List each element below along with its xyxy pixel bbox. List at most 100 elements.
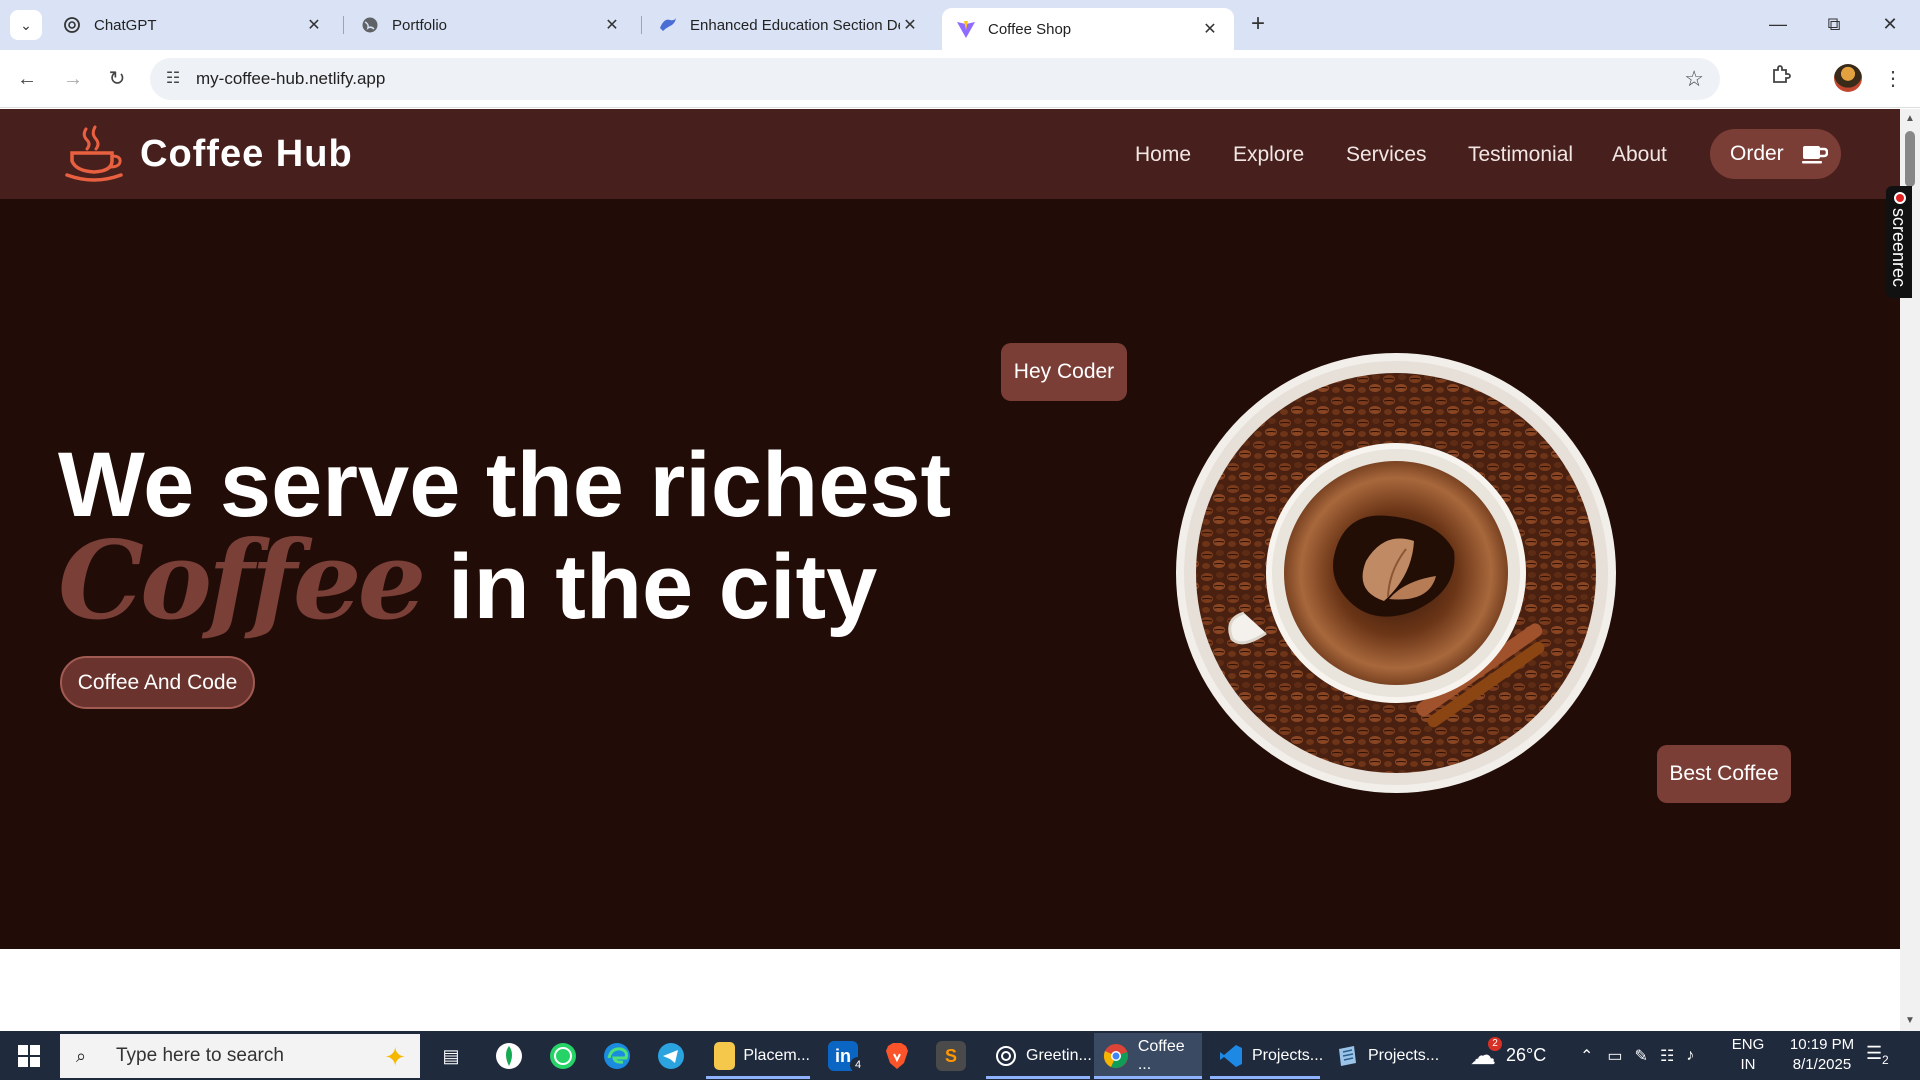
site-navbar: Coffee Hub Home Explore Services Testimo… bbox=[0, 109, 1900, 199]
network-icon[interactable]: ☷ bbox=[1660, 1046, 1674, 1066]
browser-menu-button[interactable]: ⋮ bbox=[1876, 62, 1910, 96]
region-code: IN bbox=[1740, 1056, 1756, 1073]
hey-coder-badge: Hey Coder bbox=[1001, 343, 1127, 401]
nav-link-about[interactable]: About bbox=[1612, 143, 1667, 167]
search-icon: ⌕ bbox=[76, 1045, 87, 1066]
tab-label: Coffee Shop bbox=[988, 20, 1072, 38]
task-view-icon[interactable]: ▤ bbox=[436, 1041, 466, 1071]
profile-avatar[interactable] bbox=[1834, 64, 1862, 92]
mongodb-app-icon[interactable] bbox=[494, 1041, 524, 1071]
chatgpt-icon bbox=[994, 1042, 1018, 1070]
order-button[interactable]: Order bbox=[1710, 129, 1841, 179]
notification-count: 2 bbox=[1882, 1053, 1889, 1067]
chrome-icon bbox=[1102, 1042, 1130, 1070]
battery-icon[interactable]: ▭ bbox=[1607, 1046, 1622, 1066]
arrow-right-icon: → bbox=[63, 68, 83, 90]
vite-icon bbox=[956, 19, 976, 39]
chevron-up-icon[interactable]: ⌃ bbox=[1580, 1046, 1593, 1066]
nav-link-home[interactable]: Home bbox=[1135, 143, 1191, 167]
windows-logo-icon bbox=[18, 1045, 40, 1067]
bookmark-star-icon[interactable]: ☆ bbox=[1684, 66, 1704, 92]
tab-chatgpt[interactable]: ChatGPT ✕ bbox=[48, 8, 338, 42]
globe-icon bbox=[360, 15, 380, 35]
url-text[interactable]: my-coffee-hub.netlify.app bbox=[196, 69, 385, 89]
page-below-hero bbox=[0, 949, 1900, 1031]
close-icon: ✕ bbox=[1882, 14, 1898, 34]
arrow-left-icon: ← bbox=[17, 68, 37, 90]
windows-taskbar: ⌕ Type here to search ✦ ▤ Placem... in 4… bbox=[0, 1031, 1920, 1080]
scroll-up-arrow-icon[interactable]: ▲ bbox=[1904, 113, 1916, 125]
browser-tab-bar: ⌄ ChatGPT ✕ Portfolio ✕ Enhanced Educati… bbox=[0, 0, 1920, 50]
record-icon bbox=[1894, 192, 1906, 204]
close-icon[interactable]: ✕ bbox=[304, 15, 324, 35]
tab-enhanced-education[interactable]: Enhanced Education Section De ✕ bbox=[644, 8, 934, 42]
weather-widget[interactable]: ☁ 26°C bbox=[1470, 1031, 1546, 1080]
reload-icon: ↻ bbox=[108, 68, 126, 90]
notification-center-button[interactable]: ☰ 2 bbox=[1866, 1043, 1896, 1069]
extensions-button[interactable] bbox=[1764, 62, 1798, 96]
taskbar-clock[interactable]: 10:19 PM 8/1/2025 bbox=[1772, 1035, 1872, 1075]
minimize-button[interactable]: — bbox=[1758, 8, 1798, 40]
brand-name[interactable]: Coffee Hub bbox=[140, 133, 353, 176]
tab-search-button[interactable]: ⌄ bbox=[10, 10, 42, 40]
linkedin-notification-badge: 4 bbox=[850, 1057, 866, 1073]
nav-link-services[interactable]: Services bbox=[1346, 143, 1427, 167]
chevron-down-icon: ⌄ bbox=[20, 16, 32, 33]
forward-button[interactable]: → bbox=[56, 62, 90, 96]
chatgpt-icon bbox=[62, 15, 82, 35]
language-indicator[interactable]: ENG IN bbox=[1730, 1035, 1766, 1075]
taskbar-app-placements[interactable]: Placem... bbox=[706, 1033, 810, 1079]
address-bar[interactable]: ☷ my-coffee-hub.netlify.app ☆ bbox=[150, 58, 1720, 100]
weather-temperature: 26°C bbox=[1506, 1045, 1547, 1065]
clock-time: 10:19 PM bbox=[1789, 1036, 1855, 1053]
speaker-icon[interactable]: ♪ bbox=[1686, 1047, 1694, 1065]
taskbar-app-label: Placem... bbox=[743, 1047, 810, 1064]
vscode-icon bbox=[1218, 1042, 1244, 1070]
hero-heading-line2-text: in the city bbox=[422, 536, 878, 638]
back-button[interactable]: ← bbox=[10, 62, 44, 96]
taskbar-app-coffee-chrome[interactable]: Coffee ... bbox=[1094, 1033, 1202, 1079]
order-button-label: Order bbox=[1730, 142, 1784, 165]
pen-icon[interactable]: ✎ bbox=[1635, 1046, 1648, 1066]
windows-start-button[interactable] bbox=[18, 1045, 40, 1067]
brave-app-icon[interactable] bbox=[882, 1041, 912, 1071]
edge-app-icon[interactable] bbox=[602, 1041, 632, 1071]
telegram-app-icon[interactable] bbox=[656, 1041, 686, 1071]
restore-icon: ⧉ bbox=[1827, 14, 1841, 34]
coffee-and-code-button[interactable]: Coffee And Code bbox=[60, 656, 255, 709]
taskbar-app-label: Coffee ... bbox=[1137, 1038, 1185, 1073]
tab-separator bbox=[343, 16, 344, 34]
close-window-button[interactable]: ✕ bbox=[1870, 8, 1910, 40]
taskbar-search-box[interactable]: ⌕ Type here to search ✦ bbox=[60, 1034, 420, 1078]
scroll-thumb[interactable] bbox=[1905, 131, 1915, 187]
restore-button[interactable]: ⧉ bbox=[1814, 8, 1854, 40]
taskbar-app-projects-notepad[interactable]: Projects... bbox=[1326, 1033, 1440, 1079]
plus-icon: + bbox=[1250, 10, 1265, 37]
taskbar-app-label: Greetin... bbox=[1026, 1047, 1092, 1064]
mug-icon bbox=[1801, 144, 1828, 164]
tab-coffee-shop[interactable]: Coffee Shop ✕ bbox=[942, 8, 1234, 50]
tab-separator bbox=[641, 16, 642, 34]
close-icon[interactable]: ✕ bbox=[602, 15, 622, 35]
whatsapp-app-icon[interactable] bbox=[548, 1041, 578, 1071]
close-icon[interactable]: ✕ bbox=[900, 15, 920, 35]
chat-bubble-icon: ☰ bbox=[1866, 1043, 1883, 1063]
close-icon[interactable]: ✕ bbox=[1200, 19, 1220, 39]
scroll-down-arrow-icon[interactable]: ▼ bbox=[1904, 1015, 1916, 1027]
active-indicator bbox=[706, 1076, 810, 1079]
site-settings-icon[interactable]: ☷ bbox=[162, 68, 184, 90]
taskbar-app-label: Projects... bbox=[1368, 1047, 1440, 1064]
coffee-cup-logo-icon[interactable] bbox=[64, 125, 124, 183]
nav-link-explore[interactable]: Explore bbox=[1233, 143, 1304, 167]
new-tab-button[interactable]: + bbox=[1244, 10, 1272, 38]
tab-portfolio[interactable]: Portfolio ✕ bbox=[346, 8, 636, 42]
kebab-menu-icon: ⋮ bbox=[1883, 68, 1903, 90]
nav-link-testimonial[interactable]: Testimonial bbox=[1468, 143, 1573, 167]
reload-button[interactable]: ↻ bbox=[100, 62, 134, 96]
active-indicator bbox=[1210, 1076, 1320, 1079]
sublime-app-icon[interactable]: S bbox=[936, 1041, 966, 1071]
taskbar-app-greetings[interactable]: Greetin... bbox=[986, 1033, 1092, 1079]
taskbar-app-projects-vscode[interactable]: Projects... bbox=[1210, 1033, 1323, 1079]
hero-heading-line2: Coffee in the city bbox=[58, 527, 951, 638]
screenrec-widget[interactable]: screenrec bbox=[1886, 186, 1912, 298]
